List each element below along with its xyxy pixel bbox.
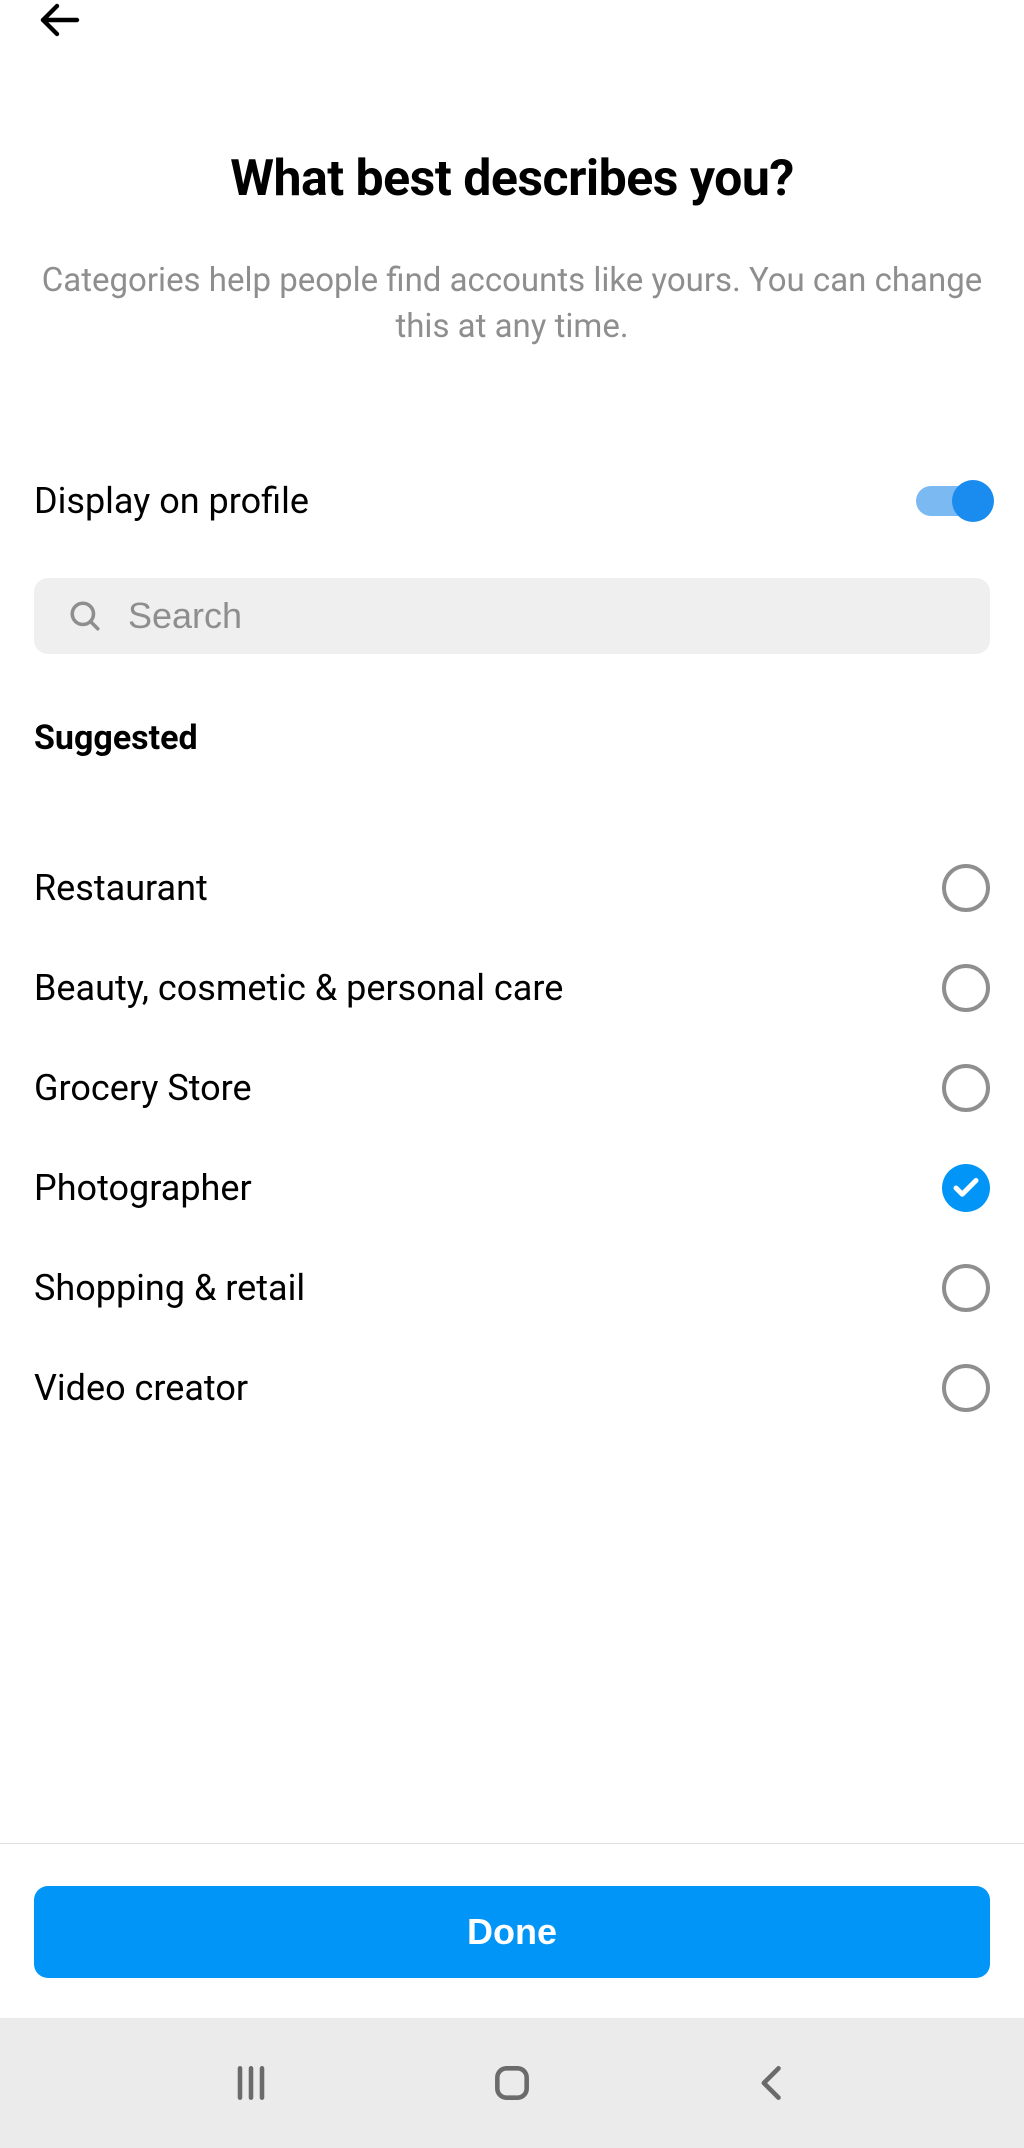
display-on-profile-toggle[interactable] bbox=[916, 486, 990, 516]
page-subtitle: Categories help people find accounts lik… bbox=[34, 258, 990, 350]
recents-icon bbox=[229, 2061, 273, 2105]
option-beauty[interactable]: Beauty, cosmetic & personal care bbox=[34, 938, 990, 1038]
radio-unselected[interactable] bbox=[942, 1064, 990, 1112]
display-on-profile-label: Display on profile bbox=[34, 480, 309, 522]
search-input[interactable] bbox=[128, 595, 956, 637]
nav-back-button[interactable] bbox=[751, 2061, 795, 2105]
option-grocery[interactable]: Grocery Store bbox=[34, 1038, 990, 1138]
option-label: Shopping & retail bbox=[34, 1267, 305, 1309]
options-list: Restaurant Beauty, cosmetic & personal c… bbox=[34, 838, 990, 1438]
option-label: Photographer bbox=[34, 1167, 252, 1209]
radio-selected[interactable] bbox=[942, 1164, 990, 1212]
home-icon bbox=[490, 2061, 534, 2105]
done-button[interactable]: Done bbox=[34, 1886, 990, 1978]
option-restaurant[interactable]: Restaurant bbox=[34, 838, 990, 938]
option-shopping[interactable]: Shopping & retail bbox=[34, 1238, 990, 1338]
home-button[interactable] bbox=[490, 2061, 534, 2105]
option-video-creator[interactable]: Video creator bbox=[34, 1338, 990, 1438]
option-label: Video creator bbox=[34, 1367, 248, 1409]
radio-unselected[interactable] bbox=[942, 1364, 990, 1412]
chevron-left-icon bbox=[751, 2061, 795, 2105]
option-label: Grocery Store bbox=[34, 1067, 252, 1109]
radio-unselected[interactable] bbox=[942, 864, 990, 912]
radio-unselected[interactable] bbox=[942, 1264, 990, 1312]
option-label: Restaurant bbox=[34, 867, 208, 909]
option-photographer[interactable]: Photographer bbox=[34, 1138, 990, 1238]
radio-unselected[interactable] bbox=[942, 964, 990, 1012]
search-container[interactable] bbox=[34, 578, 990, 654]
option-label: Beauty, cosmetic & personal care bbox=[34, 967, 563, 1009]
toggle-knob bbox=[952, 480, 994, 522]
search-icon bbox=[68, 599, 102, 633]
recents-button[interactable] bbox=[229, 2061, 273, 2105]
back-button[interactable] bbox=[34, 0, 84, 40]
page-title: What best describes you? bbox=[34, 150, 990, 208]
arrow-left-icon bbox=[35, 0, 83, 44]
suggested-heading: Suggested bbox=[34, 718, 990, 758]
system-nav-bar bbox=[0, 2018, 1024, 2148]
check-icon bbox=[951, 1173, 981, 1203]
